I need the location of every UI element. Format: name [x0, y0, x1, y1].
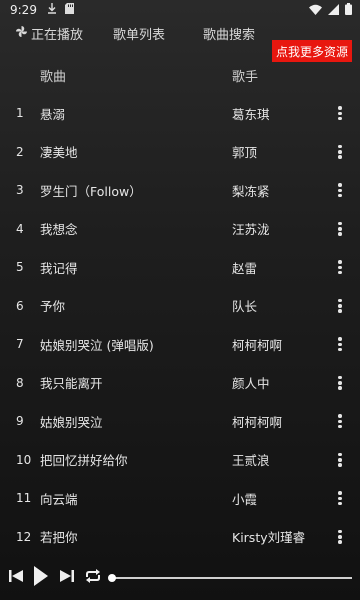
song-artist: 柯柯柯啊	[232, 414, 283, 430]
tab-song-search[interactable]: 歌曲搜索	[203, 24, 255, 43]
song-number: 2	[16, 144, 24, 159]
song-row[interactable]: 2 凄美地 郭顶	[0, 133, 360, 172]
previous-track-icon[interactable]	[8, 568, 24, 588]
more-options-icon[interactable]	[338, 144, 342, 159]
repeat-icon[interactable]	[84, 568, 102, 588]
song-row[interactable]: 6 予你 队长	[0, 287, 360, 326]
song-title: 向云端	[40, 491, 78, 507]
tab-playlist-label: 歌单列表	[113, 28, 166, 43]
header-song: 歌曲	[40, 70, 67, 85]
song-title: 若把你	[40, 530, 78, 546]
more-resources-button[interactable]: 点我更多资源	[272, 40, 352, 62]
download-icon	[47, 3, 57, 17]
song-row[interactable]: 11 向云端 小霞	[0, 479, 360, 518]
signal-icon	[328, 3, 339, 18]
progress-slider[interactable]	[112, 577, 352, 579]
song-row[interactable]: 9 姑娘别哭泣 柯柯柯啊	[0, 402, 360, 441]
song-title: 予你	[40, 299, 66, 315]
tab-playlist[interactable]: 歌单列表	[113, 24, 165, 43]
song-number: 9	[16, 414, 24, 429]
song-number: 3	[16, 183, 24, 198]
song-artist: 汪苏泷	[232, 222, 270, 238]
song-artist: 梨冻紧	[232, 183, 270, 199]
song-artist: 柯柯柯啊	[232, 337, 283, 353]
more-options-icon[interactable]	[338, 337, 342, 352]
tab-now-playing-label: 正在播放	[31, 28, 84, 43]
song-number: 8	[16, 375, 24, 390]
song-title: 姑娘别哭泣 (弹唱版)	[40, 337, 154, 353]
song-title: 悬溺	[40, 106, 66, 122]
song-title: 我只能离开	[40, 376, 103, 392]
status-bar: 9:29	[0, 0, 360, 20]
song-list: 1 悬溺 葛东琪 2 凄美地 郭顶 3 罗生门（Follow） 梨冻紧 4 我想…	[0, 94, 360, 556]
song-number: 6	[16, 298, 24, 313]
player-bar	[0, 560, 360, 596]
song-row[interactable]: 8 我只能离开 颜人中	[0, 364, 360, 403]
more-options-icon[interactable]	[338, 298, 342, 313]
more-options-icon[interactable]	[338, 106, 342, 121]
sd-card-icon	[64, 3, 74, 17]
wifi-icon	[309, 4, 322, 18]
tab-now-playing[interactable]: 正在播放	[16, 24, 83, 43]
song-number: 4	[16, 221, 24, 236]
header-artist: 歌手	[232, 70, 259, 85]
song-number: 1	[16, 106, 24, 121]
list-header: 歌曲 歌手	[0, 62, 360, 86]
song-row[interactable]: 4 我想念 汪苏泷	[0, 210, 360, 249]
song-row[interactable]: 3 罗生门（Follow） 梨冻紧	[0, 171, 360, 210]
song-title: 我记得	[40, 260, 78, 276]
song-title: 我想念	[40, 222, 78, 238]
song-row[interactable]: 12 若把你 Kirsty刘瑾睿	[0, 518, 360, 557]
song-artist: Kirsty刘瑾睿	[232, 530, 306, 546]
song-artist: 郭顶	[232, 145, 258, 161]
next-track-icon[interactable]	[59, 568, 75, 588]
song-title: 凄美地	[40, 145, 78, 161]
song-number: 10	[16, 452, 32, 467]
more-options-icon[interactable]	[338, 414, 342, 429]
song-artist: 王贰浪	[232, 453, 270, 469]
more-options-icon[interactable]	[338, 491, 342, 506]
more-options-icon[interactable]	[338, 221, 342, 236]
song-number: 7	[16, 337, 24, 352]
more-options-icon[interactable]	[338, 183, 342, 198]
song-artist: 小霞	[232, 491, 258, 507]
more-options-icon[interactable]	[338, 529, 342, 544]
song-number: 11	[16, 491, 32, 506]
song-row[interactable]: 7 姑娘别哭泣 (弹唱版) 柯柯柯啊	[0, 325, 360, 364]
battery-icon	[345, 3, 352, 18]
song-artist: 颜人中	[232, 376, 270, 392]
status-time: 9:29	[10, 3, 37, 17]
song-title: 罗生门（Follow）	[40, 183, 142, 199]
song-row[interactable]: 5 我记得 赵雷	[0, 248, 360, 287]
more-options-icon[interactable]	[338, 452, 342, 467]
song-row[interactable]: 10 把回忆拼好给你 王贰浪	[0, 441, 360, 480]
song-number: 12	[16, 529, 32, 544]
more-options-icon[interactable]	[338, 260, 342, 275]
tab-song-search-label: 歌曲搜索	[203, 28, 256, 43]
status-indicators	[309, 3, 352, 18]
song-artist: 葛东琪	[232, 106, 270, 122]
pinwheel-icon	[16, 26, 27, 41]
progress-handle[interactable]	[108, 574, 116, 582]
song-row[interactable]: 1 悬溺 葛东琪	[0, 94, 360, 133]
song-number: 5	[16, 260, 24, 275]
song-title: 姑娘别哭泣	[40, 414, 103, 430]
play-icon[interactable]	[33, 565, 49, 591]
more-options-icon[interactable]	[338, 375, 342, 390]
song-artist: 队长	[232, 299, 258, 315]
song-artist: 赵雷	[232, 260, 258, 276]
song-title: 把回忆拼好给你	[40, 453, 128, 469]
